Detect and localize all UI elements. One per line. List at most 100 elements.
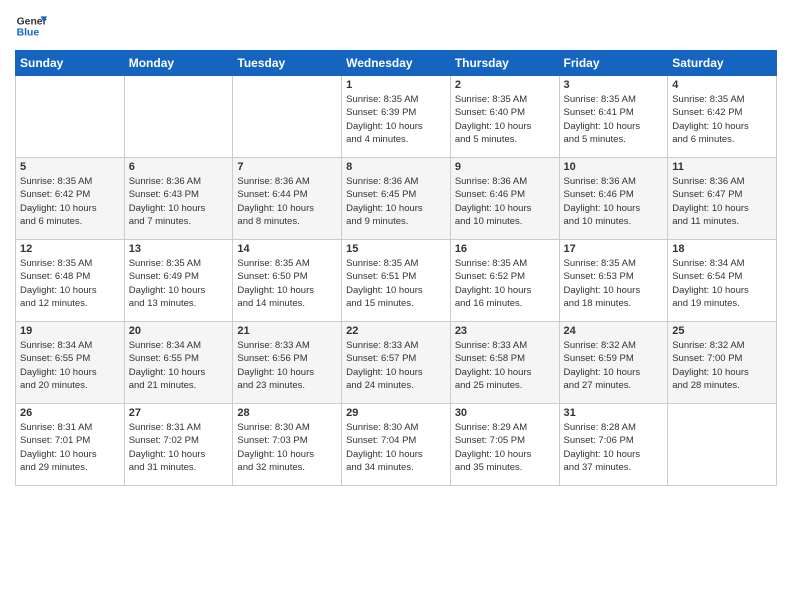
calendar-cell (233, 76, 342, 158)
day-info: Sunrise: 8:36 AM Sunset: 6:45 PM Dayligh… (346, 175, 446, 228)
calendar-cell: 1Sunrise: 8:35 AM Sunset: 6:39 PM Daylig… (342, 76, 451, 158)
calendar-cell: 24 Sunrise: 8:32 AM Sunset: 6:59 PM Dayli… (559, 322, 668, 404)
header-saturday: Saturday (668, 51, 777, 76)
header-wednesday: Wednesday (342, 51, 451, 76)
calendar-cell: 7Sunrise: 8:36 AM Sunset: 6:44 PM Daylig… (233, 158, 342, 240)
day-info: Sunrise: 8:31 AM Sunset: 7:02 PM Dayligh… (129, 421, 229, 474)
calendar-cell: 31 Sunrise: 8:28 AM Sunset: 7:06 PM Dayli… (559, 404, 668, 486)
day-info: Sunrise: 8:30 AM Sunset: 7:03 PM Dayligh… (237, 421, 337, 474)
day-number: 5 (20, 161, 120, 173)
day-number: 23 (455, 325, 555, 337)
day-number: 11 (672, 161, 772, 173)
day-info: Sunrise: 8:31 AM Sunset: 7:01 PM Dayligh… (20, 421, 120, 474)
day-number: 4 (672, 79, 772, 91)
calendar-table: SundayMondayTuesdayWednesdayThursdayFrid… (15, 50, 777, 486)
calendar-cell: 13Sunrise: 8:35 AM Sunset: 6:49 PM Dayli… (124, 240, 233, 322)
day-number: 30 (455, 407, 555, 419)
calendar-cell: 21 Sunrise: 8:33 AM Sunset: 6:56 PM Dayli… (233, 322, 342, 404)
day-number: 24 (564, 325, 664, 337)
day-number: 31 (564, 407, 664, 419)
calendar-cell: 17 Sunrise: 8:35 AM Sunset: 6:53 PM Dayli… (559, 240, 668, 322)
calendar-cell: 4Sunrise: 8:35 AM Sunset: 6:42 PM Daylig… (668, 76, 777, 158)
day-info: Sunrise: 8:32 AM Sunset: 7:00 PM Dayligh… (672, 339, 772, 392)
day-info: Sunrise: 8:28 AM Sunset: 7:06 PM Dayligh… (564, 421, 664, 474)
day-info: Sunrise: 8:36 AM Sunset: 6:43 PM Dayligh… (129, 175, 229, 228)
page-header: General Blue (15, 10, 777, 42)
header-monday: Monday (124, 51, 233, 76)
day-number: 13 (129, 243, 229, 255)
day-info: Sunrise: 8:35 AM Sunset: 6:42 PM Dayligh… (20, 175, 120, 228)
day-number: 9 (455, 161, 555, 173)
calendar-page: General Blue SundayMondayTuesdayWednesda… (0, 0, 792, 612)
calendar-cell: 25 Sunrise: 8:32 AM Sunset: 7:00 PM Dayli… (668, 322, 777, 404)
calendar-cell (16, 76, 125, 158)
day-number: 28 (237, 407, 337, 419)
day-info: Sunrise: 8:35 AM Sunset: 6:51 PM Dayligh… (346, 257, 446, 310)
logo-icon: General Blue (15, 10, 47, 42)
calendar-cell: 11 Sunrise: 8:36 AM Sunset: 6:47 PM Dayli… (668, 158, 777, 240)
day-number: 19 (20, 325, 120, 337)
header-thursday: Thursday (450, 51, 559, 76)
calendar-cell: 9 Sunrise: 8:36 AM Sunset: 6:46 PM Daylig… (450, 158, 559, 240)
day-info: Sunrise: 8:35 AM Sunset: 6:50 PM Dayligh… (237, 257, 337, 310)
svg-text:Blue: Blue (17, 28, 40, 39)
day-number: 14 (237, 243, 337, 255)
day-info: Sunrise: 8:34 AM Sunset: 6:55 PM Dayligh… (129, 339, 229, 392)
calendar-cell: 8 Sunrise: 8:36 AM Sunset: 6:45 PM Daylig… (342, 158, 451, 240)
day-info: Sunrise: 8:35 AM Sunset: 6:40 PM Dayligh… (455, 93, 555, 146)
day-number: 17 (564, 243, 664, 255)
day-info: Sunrise: 8:32 AM Sunset: 6:59 PM Dayligh… (564, 339, 664, 392)
day-number: 10 (564, 161, 664, 173)
calendar-cell: 29Sunrise: 8:30 AM Sunset: 7:04 PM Dayli… (342, 404, 451, 486)
calendar-cell: 16 Sunrise: 8:35 AM Sunset: 6:52 PM Dayli… (450, 240, 559, 322)
day-info: Sunrise: 8:35 AM Sunset: 6:52 PM Dayligh… (455, 257, 555, 310)
day-info: Sunrise: 8:35 AM Sunset: 6:39 PM Dayligh… (346, 93, 446, 146)
day-info: Sunrise: 8:35 AM Sunset: 6:53 PM Dayligh… (564, 257, 664, 310)
day-number: 7 (237, 161, 337, 173)
day-info: Sunrise: 8:36 AM Sunset: 6:47 PM Dayligh… (672, 175, 772, 228)
calendar-cell: 26Sunrise: 8:31 AM Sunset: 7:01 PM Dayli… (16, 404, 125, 486)
calendar-cell: 18 Sunrise: 8:34 AM Sunset: 6:54 PM Dayli… (668, 240, 777, 322)
calendar-cell: 6 Sunrise: 8:36 AM Sunset: 6:43 PM Daylig… (124, 158, 233, 240)
day-number: 25 (672, 325, 772, 337)
calendar-cell: 20Sunrise: 8:34 AM Sunset: 6:55 PM Dayli… (124, 322, 233, 404)
calendar-header-row: SundayMondayTuesdayWednesdayThursdayFrid… (16, 51, 777, 76)
calendar-cell: 30 Sunrise: 8:29 AM Sunset: 7:05 PM Dayli… (450, 404, 559, 486)
calendar-week-1: 5 Sunrise: 8:35 AM Sunset: 6:42 PM Daylig… (16, 158, 777, 240)
day-info: Sunrise: 8:33 AM Sunset: 6:57 PM Dayligh… (346, 339, 446, 392)
day-info: Sunrise: 8:35 AM Sunset: 6:41 PM Dayligh… (564, 93, 664, 146)
header-friday: Friday (559, 51, 668, 76)
day-number: 8 (346, 161, 446, 173)
calendar-cell: 19Sunrise: 8:34 AM Sunset: 6:55 PM Dayli… (16, 322, 125, 404)
calendar-cell: 28 Sunrise: 8:30 AM Sunset: 7:03 PM Dayli… (233, 404, 342, 486)
day-number: 16 (455, 243, 555, 255)
day-number: 6 (129, 161, 229, 173)
calendar-body: 1Sunrise: 8:35 AM Sunset: 6:39 PM Daylig… (16, 76, 777, 486)
calendar-cell: 15 Sunrise: 8:35 AM Sunset: 6:51 PM Dayli… (342, 240, 451, 322)
calendar-cell: 10 Sunrise: 8:36 AM Sunset: 6:46 PM Dayli… (559, 158, 668, 240)
day-number: 29 (346, 407, 446, 419)
day-info: Sunrise: 8:36 AM Sunset: 6:46 PM Dayligh… (564, 175, 664, 228)
calendar-cell: 23 Sunrise: 8:33 AM Sunset: 6:58 PM Dayli… (450, 322, 559, 404)
day-number: 22 (346, 325, 446, 337)
day-info: Sunrise: 8:34 AM Sunset: 6:54 PM Dayligh… (672, 257, 772, 310)
calendar-week-4: 26Sunrise: 8:31 AM Sunset: 7:01 PM Dayli… (16, 404, 777, 486)
day-number: 18 (672, 243, 772, 255)
day-number: 15 (346, 243, 446, 255)
calendar-week-0: 1Sunrise: 8:35 AM Sunset: 6:39 PM Daylig… (16, 76, 777, 158)
header-sunday: Sunday (16, 51, 125, 76)
day-info: Sunrise: 8:33 AM Sunset: 6:56 PM Dayligh… (237, 339, 337, 392)
day-number: 12 (20, 243, 120, 255)
calendar-cell: 27 Sunrise: 8:31 AM Sunset: 7:02 PM Dayli… (124, 404, 233, 486)
calendar-cell (668, 404, 777, 486)
calendar-cell: 2Sunrise: 8:35 AM Sunset: 6:40 PM Daylig… (450, 76, 559, 158)
day-info: Sunrise: 8:29 AM Sunset: 7:05 PM Dayligh… (455, 421, 555, 474)
day-info: Sunrise: 8:35 AM Sunset: 6:48 PM Dayligh… (20, 257, 120, 310)
day-info: Sunrise: 8:36 AM Sunset: 6:46 PM Dayligh… (455, 175, 555, 228)
day-number: 21 (237, 325, 337, 337)
day-info: Sunrise: 8:33 AM Sunset: 6:58 PM Dayligh… (455, 339, 555, 392)
day-number: 27 (129, 407, 229, 419)
calendar-cell: 5 Sunrise: 8:35 AM Sunset: 6:42 PM Daylig… (16, 158, 125, 240)
day-number: 3 (564, 79, 664, 91)
calendar-week-2: 12 Sunrise: 8:35 AM Sunset: 6:48 PM Dayli… (16, 240, 777, 322)
